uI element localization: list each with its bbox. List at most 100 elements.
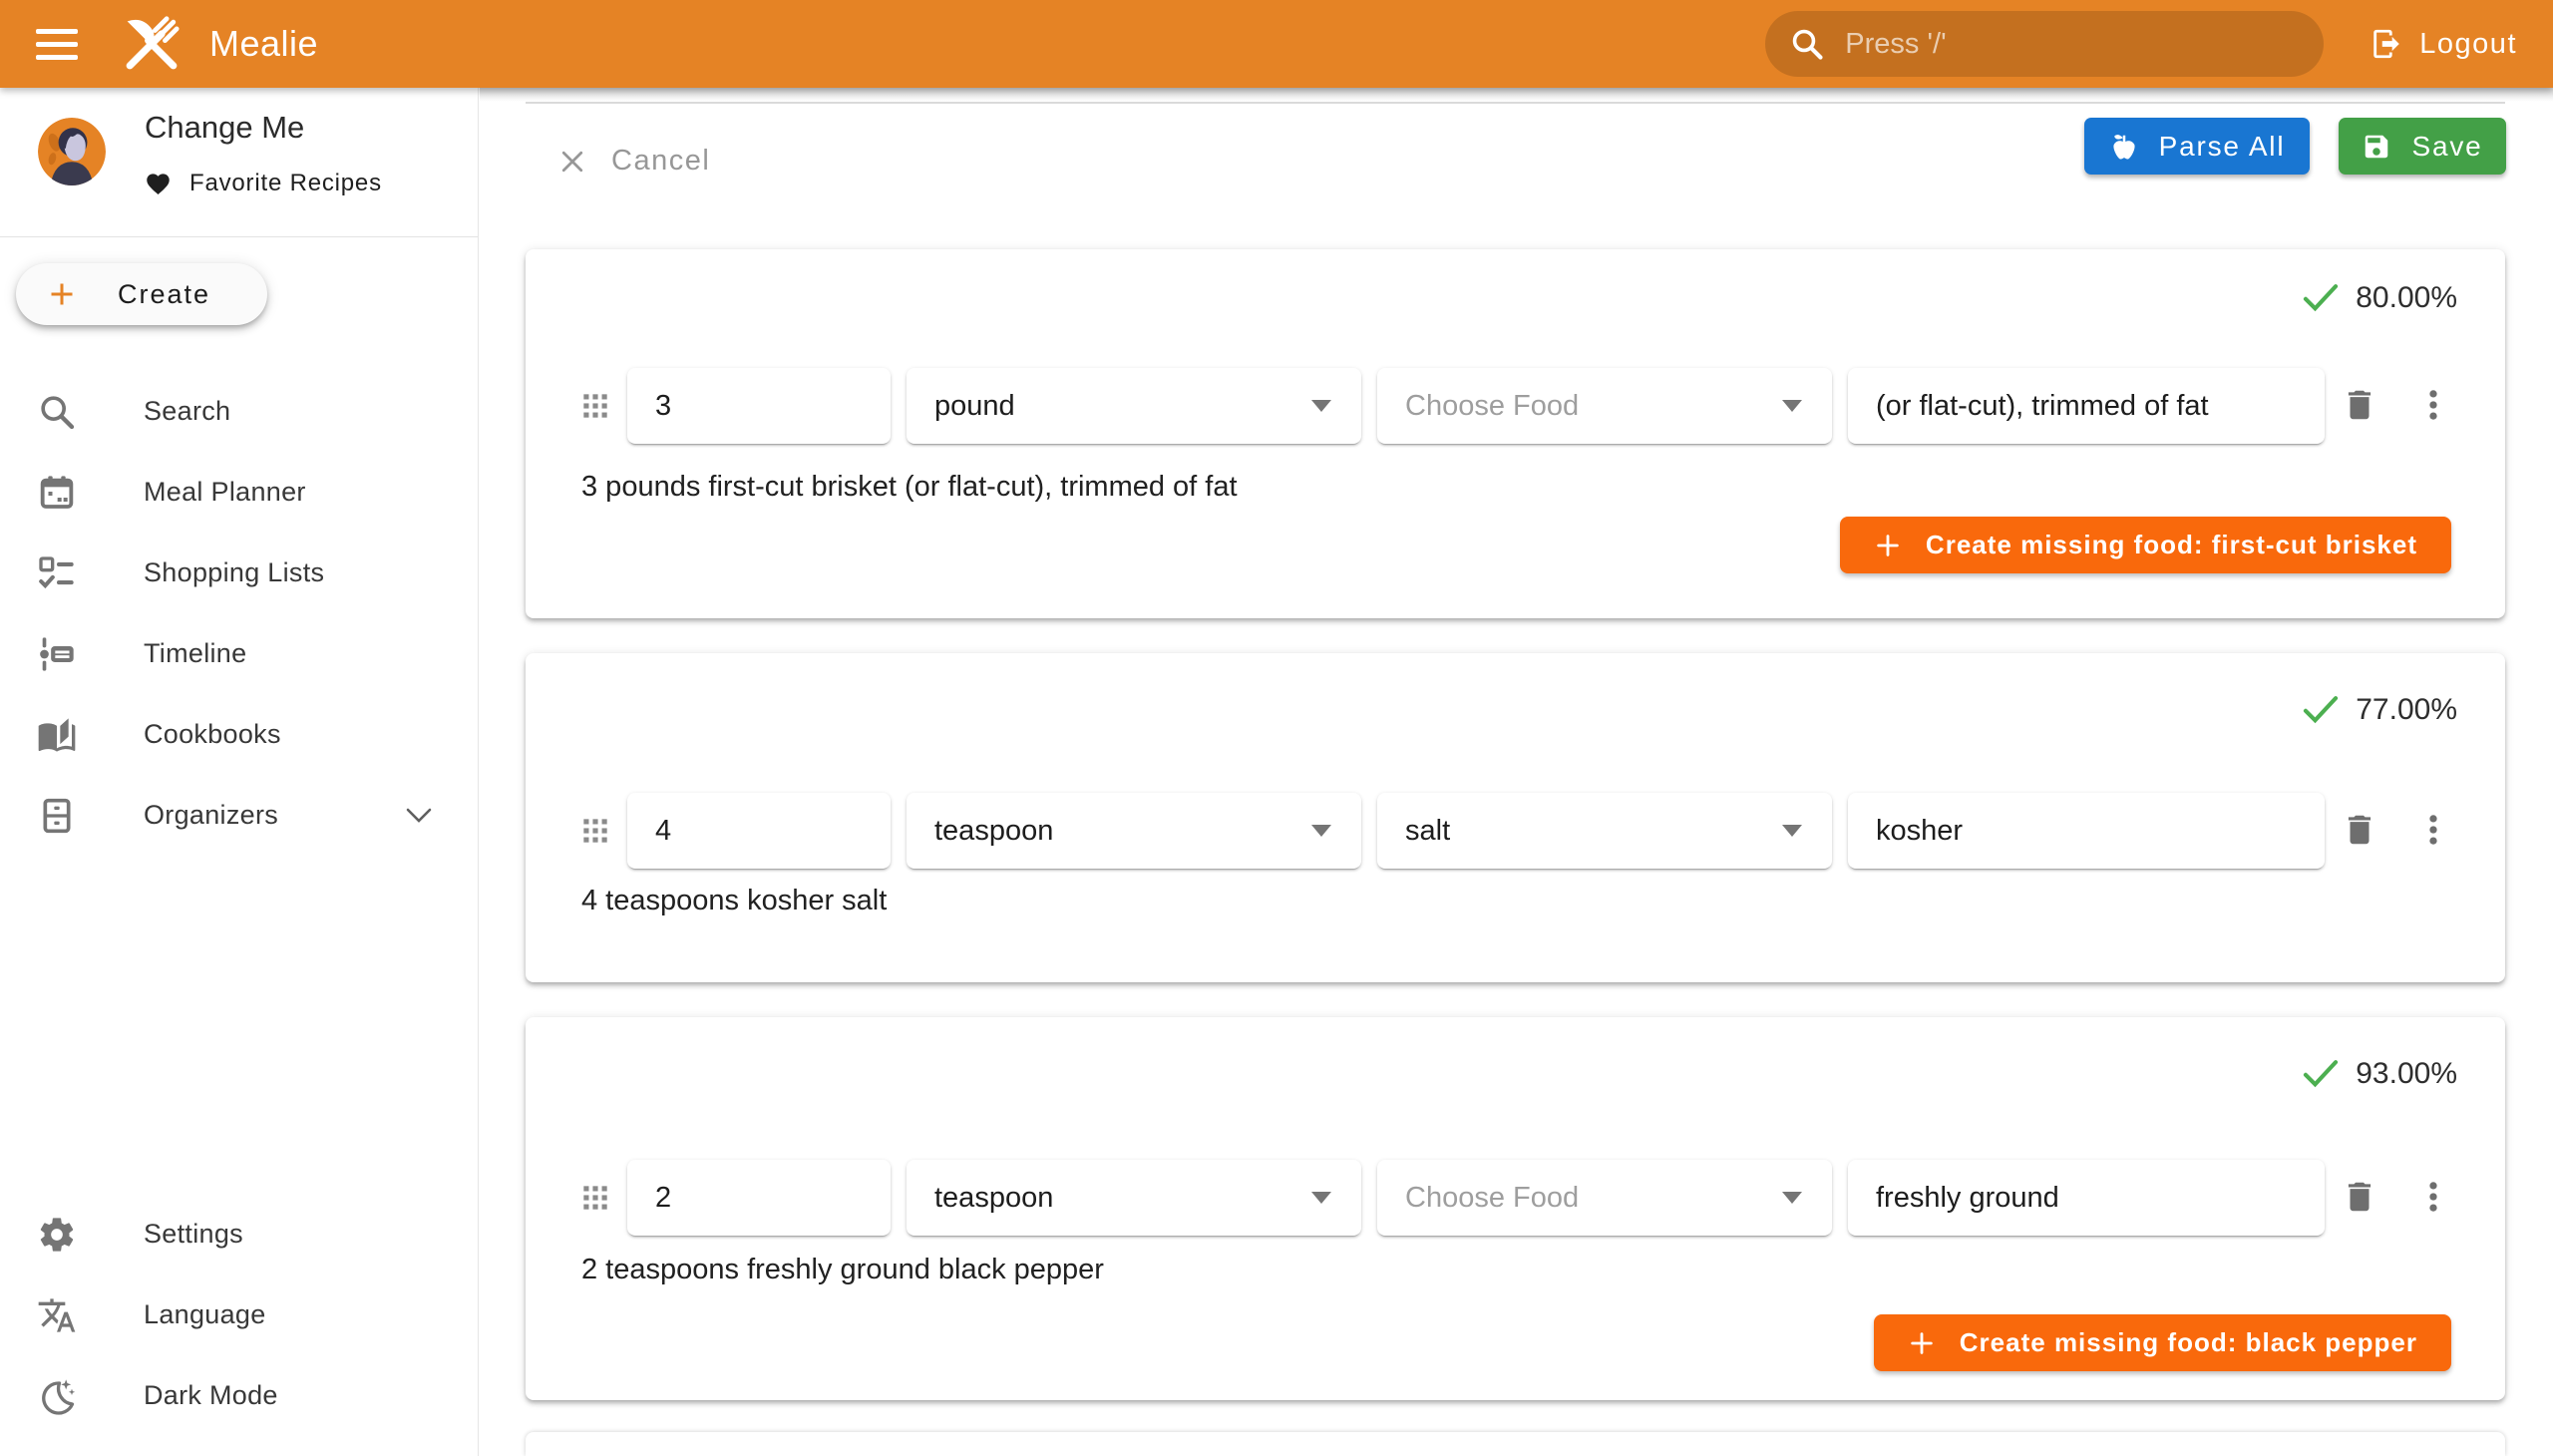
ingredient-card: 80.00% pound Choose Food 3 pounds fi — [526, 249, 2505, 618]
parse-confidence: 77.00% — [2302, 693, 2457, 727]
heart-icon — [145, 171, 172, 197]
checklist-icon — [36, 553, 78, 593]
delete-button[interactable] — [2341, 386, 2378, 424]
timeline-icon — [36, 634, 78, 674]
unit-select[interactable]: teaspoon — [907, 793, 1361, 869]
note-input[interactable] — [1876, 815, 2297, 848]
favorite-recipes-link[interactable]: Favorite Recipes — [145, 170, 382, 197]
sidebar-item-settings[interactable]: Settings — [0, 1194, 478, 1274]
global-search[interactable] — [1765, 11, 2324, 77]
trash-icon — [2341, 386, 2378, 424]
parse-confidence: 80.00% — [2302, 281, 2457, 315]
food-select[interactable]: Choose Food — [1377, 1160, 1832, 1236]
sidebar-item-meal-planner[interactable]: Meal Planner — [0, 452, 478, 533]
favorite-recipes-label: Favorite Recipes — [189, 170, 382, 197]
sidebar: Change Me Favorite Recipes Create Search… — [0, 88, 479, 1456]
main-content: Cancel Parse All Save 80.00% pound — [480, 88, 2553, 1456]
logout-button[interactable]: Logout — [2364, 27, 2523, 61]
more-options-button[interactable] — [2414, 811, 2452, 849]
search-icon — [36, 392, 78, 432]
quantity-input[interactable] — [655, 1182, 863, 1215]
create-missing-food-button[interactable]: Create missing food: black pepper — [1874, 1314, 2451, 1371]
close-icon — [557, 147, 587, 177]
original-ingredient-text: 4 teaspoons kosher salt — [581, 885, 887, 917]
sidebar-item-language[interactable]: Language — [0, 1274, 478, 1355]
avatar[interactable] — [38, 118, 106, 185]
dropdown-caret-icon — [1780, 1191, 1804, 1205]
dropdown-caret-icon — [1780, 824, 1804, 838]
cancel-button[interactable]: Cancel — [551, 144, 716, 179]
delete-button[interactable] — [2341, 1178, 2378, 1216]
user-name: Change Me — [145, 110, 304, 146]
trash-icon — [2341, 811, 2378, 849]
search-icon — [1789, 26, 1825, 62]
more-options-button[interactable] — [2414, 386, 2452, 424]
check-icon — [2302, 1058, 2340, 1090]
logout-label: Logout — [2419, 28, 2517, 61]
plus-icon — [1908, 1329, 1936, 1357]
calendar-icon — [36, 473, 78, 513]
kebab-icon — [2414, 811, 2452, 849]
ingredient-card: 93.00% teaspoon Choose Food 2 teaspo — [526, 1017, 2505, 1400]
note-field[interactable] — [1848, 368, 2325, 444]
food-select[interactable]: salt — [1377, 793, 1832, 869]
sidebar-item-timeline[interactable]: Timeline — [0, 613, 478, 694]
quantity-field[interactable] — [627, 1160, 891, 1236]
drag-handle-icon[interactable] — [581, 817, 609, 845]
chevron-down-icon — [406, 808, 432, 824]
parse-confidence: 93.00% — [2302, 1057, 2457, 1091]
trash-icon — [2341, 1178, 2378, 1216]
sidebar-item-shopping-lists[interactable]: Shopping Lists — [0, 533, 478, 613]
more-options-button[interactable] — [2414, 1178, 2452, 1216]
moon-icon — [36, 1376, 78, 1416]
menu-icon[interactable] — [36, 29, 78, 60]
create-button[interactable]: Create — [16, 263, 267, 325]
unit-select[interactable]: teaspoon — [907, 1160, 1361, 1236]
check-icon — [2302, 282, 2340, 314]
create-missing-food-button[interactable]: Create missing food: first-cut brisket — [1840, 517, 2451, 573]
note-input[interactable] — [1876, 390, 2297, 423]
note-field[interactable] — [1848, 793, 2325, 869]
scrolled-card-edge — [526, 88, 2505, 104]
sidebar-item-search[interactable]: Search — [0, 371, 478, 452]
quantity-field[interactable] — [627, 793, 891, 869]
gear-icon — [36, 1215, 78, 1255]
kebab-icon — [2414, 386, 2452, 424]
check-icon — [2302, 694, 2340, 726]
sidebar-divider — [0, 236, 478, 237]
create-button-label: Create — [118, 279, 210, 310]
sidebar-item-organizers[interactable]: Organizers — [0, 775, 478, 856]
apple-icon — [2109, 132, 2139, 162]
app-title: Mealie — [209, 23, 318, 65]
delete-button[interactable] — [2341, 811, 2378, 849]
book-open-icon — [36, 715, 78, 755]
original-ingredient-text: 2 teaspoons freshly ground black pepper — [581, 1254, 1104, 1286]
note-input[interactable] — [1876, 1182, 2297, 1215]
note-field[interactable] — [1848, 1160, 2325, 1236]
sidebar-item-dark-mode[interactable]: Dark Mode — [0, 1355, 478, 1436]
dropdown-caret-icon — [1780, 399, 1804, 413]
quantity-input[interactable] — [655, 390, 863, 423]
unit-select[interactable]: pound — [907, 368, 1361, 444]
original-ingredient-text: 3 pounds first-cut brisket (or flat-cut)… — [581, 471, 1238, 504]
quantity-field[interactable] — [627, 368, 891, 444]
app-bar: Mealie Logout — [0, 0, 2553, 88]
save-button[interactable]: Save — [2339, 118, 2506, 175]
food-select[interactable]: Choose Food — [1377, 368, 1832, 444]
next-ingredient-card-edge — [526, 1432, 2505, 1456]
translate-icon — [36, 1295, 78, 1335]
drag-handle-icon[interactable] — [581, 392, 609, 420]
plus-icon — [44, 276, 80, 312]
cabinet-icon — [36, 796, 78, 836]
save-icon — [2362, 132, 2391, 162]
sidebar-item-cookbooks[interactable]: Cookbooks — [0, 694, 478, 775]
dropdown-caret-icon — [1309, 399, 1333, 413]
quantity-input[interactable] — [655, 815, 863, 848]
parse-all-button[interactable]: Parse All — [2084, 118, 2310, 175]
search-input[interactable] — [1843, 27, 2300, 62]
kebab-icon — [2414, 1178, 2452, 1216]
ingredient-card: 77.00% teaspoon salt 4 teaspoons kos — [526, 653, 2505, 982]
dropdown-caret-icon — [1309, 1191, 1333, 1205]
drag-handle-icon[interactable] — [581, 1184, 609, 1212]
dropdown-caret-icon — [1309, 824, 1333, 838]
